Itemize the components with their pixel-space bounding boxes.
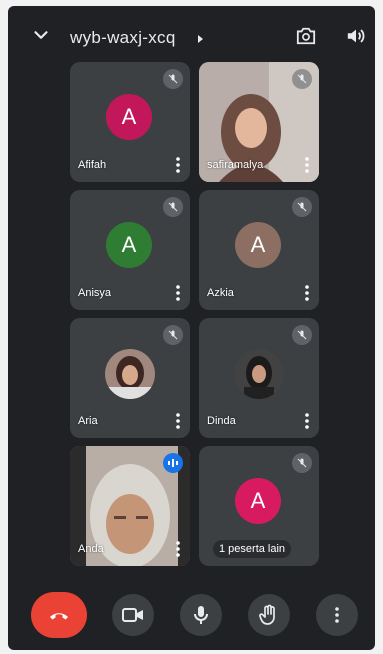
mic-off-icon — [163, 69, 183, 89]
participant-tile-safiramalya[interactable]: safiramalya — [199, 62, 319, 182]
participant-tile-afifah[interactable]: A Afifah — [70, 62, 190, 182]
more-vert-icon[interactable] — [173, 412, 183, 430]
raise-hand-button[interactable] — [248, 594, 290, 636]
more-vert-icon[interactable] — [302, 412, 312, 430]
avatar: A — [106, 222, 152, 268]
mic-off-icon — [292, 453, 312, 473]
participant-tile-aria[interactable]: Aria — [70, 318, 190, 438]
phone-hangup-icon — [50, 613, 68, 620]
end-call-button[interactable] — [31, 592, 87, 638]
camera-toggle-button[interactable] — [112, 594, 154, 636]
mic-toggle-button[interactable] — [180, 594, 222, 636]
hand-icon — [259, 604, 275, 625]
more-vert-icon[interactable] — [173, 156, 183, 174]
avatar: A — [235, 222, 281, 268]
avatar: A — [235, 478, 281, 524]
avatar: A — [106, 94, 152, 140]
mic-off-icon — [292, 325, 312, 345]
participant-tile-anisya[interactable]: A Anisya — [70, 190, 190, 310]
chevron-down-icon[interactable] — [30, 24, 52, 46]
mic-off-icon — [292, 69, 312, 89]
more-vert-icon[interactable] — [302, 156, 312, 174]
participant-name: Afifah — [78, 159, 107, 171]
meet-call-screen: wyb-waxj-xcq A Afifah safiramalya A Anis… — [8, 6, 375, 650]
more-vert-icon[interactable] — [173, 540, 183, 558]
more-vert-icon[interactable] — [173, 284, 183, 302]
microphone-icon — [194, 606, 208, 624]
call-controls — [8, 592, 375, 642]
speaker-icon[interactable] — [345, 26, 367, 46]
participant-tile-self[interactable]: Anda — [70, 446, 190, 566]
participant-name: Anisya — [78, 287, 112, 299]
more-options-button[interactable] — [316, 594, 358, 636]
more-vert-icon[interactable] — [302, 284, 312, 302]
more-vert-icon — [335, 607, 339, 623]
mic-off-icon — [163, 325, 183, 345]
video-camera-icon — [122, 608, 143, 622]
participant-name: Azkia — [207, 287, 234, 299]
meeting-code[interactable]: wyb-waxj-xcq — [70, 28, 176, 48]
camera-switch-icon[interactable] — [295, 26, 317, 46]
mic-off-icon — [163, 197, 183, 217]
participant-tile-others[interactable]: A 1 peserta lain — [199, 446, 319, 566]
participant-name: Aria — [78, 415, 98, 427]
other-participants-label: 1 peserta lain — [213, 540, 292, 558]
mic-off-icon — [292, 197, 312, 217]
participant-tile-azkia[interactable]: A Azkia — [199, 190, 319, 310]
speaking-indicator-icon — [163, 453, 183, 473]
meeting-info-caret-icon[interactable] — [198, 35, 203, 43]
participant-tile-dinda[interactable]: Dinda — [199, 318, 319, 438]
top-bar: wyb-waxj-xcq — [8, 6, 375, 62]
avatar — [234, 349, 284, 399]
participant-name: Anda — [78, 543, 104, 555]
participant-name: safiramalya — [207, 159, 264, 171]
participant-name: Dinda — [207, 415, 236, 427]
avatar — [105, 349, 155, 399]
